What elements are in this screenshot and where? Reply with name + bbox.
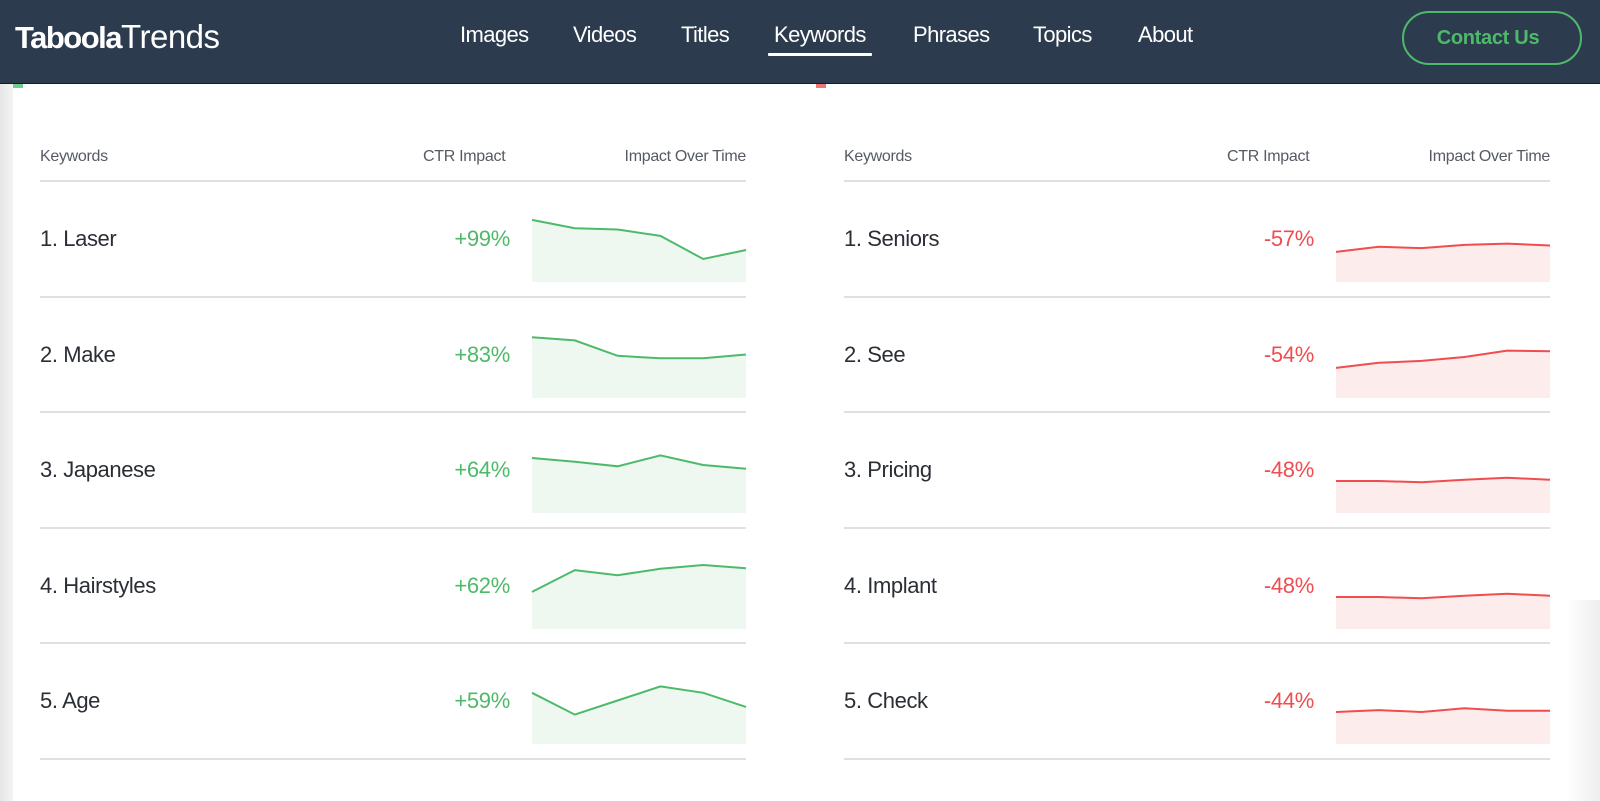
- taboola-trends-logo[interactable]: Taboola Trends: [15, 18, 220, 58]
- impact-over-time-sparkline: [531, 335, 747, 398]
- impact-over-time-sparkline: [531, 563, 747, 629]
- ctr-impact-value: -57%: [1263, 226, 1314, 251]
- keyword-rank: 1.: [844, 226, 862, 251]
- col-header-ctr: CTR Impact: [1227, 148, 1310, 165]
- impact-over-time-sparkline: [531, 685, 747, 744]
- keyword-label: 2. Make: [40, 341, 116, 368]
- impact-over-time-sparkline: [1335, 242, 1551, 282]
- keyword-text: Make: [63, 341, 116, 367]
- keyword-label: 1. Seniors: [844, 226, 939, 252]
- nav-videos[interactable]: Videos: [573, 22, 637, 48]
- keyword-text: Japanese: [63, 457, 156, 482]
- sparkline-area: [532, 336, 746, 398]
- impact-over-time-sparkline: [1335, 707, 1550, 744]
- ctr-impact-value: +59%: [454, 688, 510, 713]
- impact-over-time-sparkline: [1335, 349, 1551, 398]
- table-row[interactable]: 3. Japanese +64%: [40, 413, 747, 529]
- ctr-impact-value: +62%: [454, 572, 510, 598]
- contact-us-button[interactable]: Contact Us: [1402, 11, 1582, 65]
- keyword-text: See: [867, 341, 906, 367]
- sparkline-area: [532, 686, 746, 744]
- keyword-rank: 2.: [40, 341, 58, 367]
- sparkline-area: [1336, 708, 1550, 744]
- keyword-label: 3. Pricing: [844, 457, 932, 483]
- keyword-rank: 1.: [40, 226, 58, 251]
- logo-taboola-text: Taboola: [15, 20, 123, 55]
- keyword-rank: 5.: [40, 688, 58, 713]
- keyword-label: 2. See: [844, 341, 906, 368]
- col-header-keywords: Keywords: [844, 148, 912, 165]
- nav-topics[interactable]: Topics: [1033, 22, 1092, 48]
- table-row[interactable]: 2. See -54%: [844, 298, 1551, 413]
- sparkline-area: [1336, 593, 1550, 629]
- keyword-text: Hairstyles: [63, 572, 156, 598]
- sparkline-area: [1336, 477, 1550, 513]
- keyword-rank: 4.: [40, 572, 58, 598]
- top-navbar: Taboola Trends Images Videos Titles Keyw…: [0, 0, 1600, 84]
- logo-trends-text: Trends: [121, 18, 220, 55]
- table-row[interactable]: 4. Implant -48%: [844, 529, 1551, 644]
- positive-keywords-panel: Keywords CTR Impact Impact Over Time 1. …: [40, 140, 747, 760]
- keyword-label: 4. Implant: [844, 573, 937, 599]
- impact-over-time-sparkline: [1336, 592, 1551, 629]
- ctr-impact-value: -48%: [1263, 457, 1314, 482]
- col-header-trend: Impact Over Time: [624, 148, 747, 165]
- keyword-label: 3. Japanese: [40, 457, 156, 483]
- keyword-rank: 5.: [844, 688, 862, 713]
- impact-over-time-sparkline: [531, 218, 747, 282]
- table-row[interactable]: 3. Pricing -48%: [844, 413, 1551, 529]
- keyword-text: Implant: [867, 572, 937, 598]
- keyword-text: Seniors: [867, 226, 940, 251]
- negative-keywords-panel: Keywords CTR Impact Impact Over Time 1. …: [844, 140, 1550, 760]
- col-header-trend: Impact Over Time: [1428, 148, 1551, 165]
- col-header-ctr: CTR Impact: [423, 148, 506, 165]
- sparkline-area: [532, 455, 746, 513]
- nav-keywords[interactable]: Keywords: [768, 22, 872, 56]
- keyword-text: Age: [62, 688, 101, 713]
- table-row[interactable]: 1. Seniors -57%: [844, 182, 1551, 298]
- ctr-impact-value: +64%: [454, 457, 510, 482]
- negative-panel-accent: [816, 84, 826, 88]
- keyword-label: 4. Hairstyles: [40, 573, 156, 599]
- keyword-rank: 4.: [844, 572, 862, 598]
- sparkline-area: [532, 219, 746, 282]
- keyword-text: Check: [867, 688, 928, 713]
- table-row[interactable]: 2. Make +83%: [40, 298, 747, 413]
- keyword-rank: 2.: [844, 341, 862, 367]
- nav-phrases[interactable]: Phrases: [913, 22, 990, 48]
- sparkline-area: [1336, 350, 1550, 398]
- table-row[interactable]: 4. Hairstyles +62%: [40, 529, 747, 644]
- impact-over-time-sparkline: [1336, 476, 1551, 513]
- col-header-keywords: Keywords: [40, 148, 108, 165]
- table-row[interactable]: 5. Check -44%: [844, 644, 1550, 760]
- keyword-label: 5. Check: [844, 688, 928, 714]
- nav-images[interactable]: Images: [460, 22, 529, 48]
- left-scroll-shadow: [0, 84, 13, 801]
- page: Taboola Trends Images Videos Titles Keyw…: [0, 0, 1600, 801]
- ctr-impact-value: -44%: [1263, 688, 1314, 713]
- ctr-impact-value: -54%: [1263, 341, 1314, 367]
- ctr-impact-value: +99%: [454, 226, 510, 251]
- impact-over-time-sparkline: [531, 454, 747, 513]
- table-row[interactable]: 5. Age +59%: [40, 644, 747, 760]
- keyword-text: Pricing: [867, 457, 932, 482]
- ctr-impact-value: +83%: [454, 341, 510, 367]
- keyword-label: 5. Age: [40, 688, 100, 714]
- table-header: Keywords CTR Impact Impact Over Time: [844, 140, 1550, 182]
- nav-titles[interactable]: Titles: [681, 22, 730, 48]
- keyword-label: 1. Laser: [40, 226, 117, 252]
- keyword-rank: 3.: [844, 457, 862, 482]
- ctr-impact-value: -48%: [1263, 572, 1314, 598]
- table-row[interactable]: 1. Laser +99%: [40, 182, 747, 298]
- right-edge-shadow: [1566, 600, 1600, 801]
- sparkline-area: [1336, 243, 1550, 282]
- keyword-rank: 3.: [40, 457, 58, 482]
- table-header: Keywords CTR Impact Impact Over Time: [40, 140, 746, 182]
- keyword-text: Laser: [63, 226, 117, 251]
- nav-about[interactable]: About: [1138, 22, 1193, 48]
- positive-panel-accent: [13, 84, 23, 88]
